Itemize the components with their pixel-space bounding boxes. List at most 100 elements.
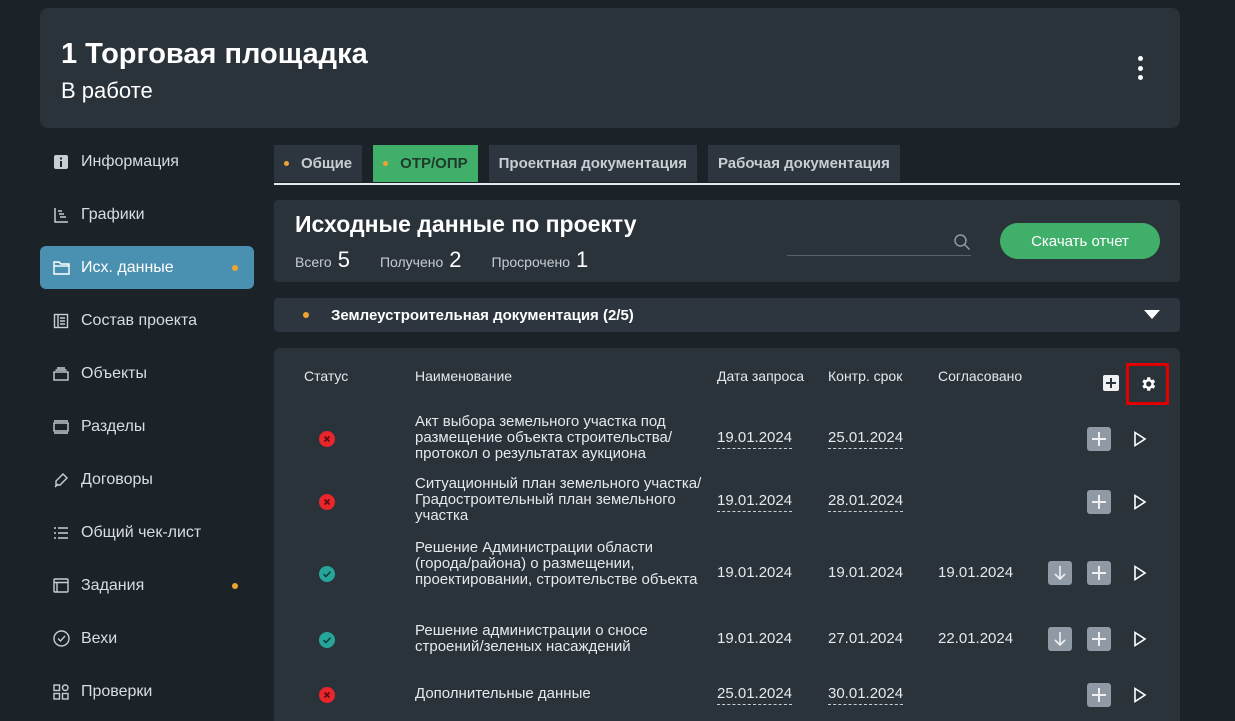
search-icon[interactable] (953, 233, 971, 251)
row-name: Решение администрации о сносе строений/з… (415, 622, 648, 655)
pen-icon (52, 471, 70, 489)
sidebar-item-label: Разделы (81, 417, 146, 435)
chevron-down-icon[interactable] (1144, 310, 1160, 319)
request-date: 19.01.2024 (717, 564, 793, 581)
sidebar-item-label: Информация (81, 152, 179, 170)
deadline-date[interactable]: 25.01.2024 (828, 429, 904, 449)
document-list-icon (52, 312, 70, 330)
tab-project-docs[interactable]: Проектная документация (488, 145, 697, 182)
column-header-approved: Согласовано (938, 368, 1023, 384)
play-icon[interactable] (1133, 565, 1147, 581)
download-button[interactable] (1048, 561, 1072, 585)
request-date[interactable]: 25.01.2024 (717, 685, 793, 705)
add-icon[interactable] (1103, 375, 1119, 391)
sidebar-item-label: Задания (81, 576, 145, 594)
stats: Всего 5 Получено 2 Просрочено 1 (295, 247, 618, 273)
status-ok-icon (319, 632, 335, 648)
sidebar-item-sections[interactable]: Разделы (40, 405, 254, 448)
sidebar-item-label: Проверки (81, 682, 153, 700)
received-value: 2 (449, 247, 462, 272)
sections-icon (52, 418, 70, 436)
tab-dot (383, 161, 389, 166)
section-title: Землеустроительная документация (2/5) (331, 307, 634, 324)
add-button[interactable] (1087, 490, 1111, 514)
sidebar-item-project-composition[interactable]: Состав проекта (40, 299, 254, 342)
row-name: Дополнительные данные (415, 685, 591, 702)
download-button[interactable] (1048, 627, 1072, 651)
play-icon[interactable] (1133, 687, 1147, 703)
search-input[interactable] (787, 230, 947, 254)
sidebar-item-checklist[interactable]: Общий чек-лист (40, 511, 254, 554)
play-icon[interactable] (1133, 494, 1147, 510)
sidebar-item-checks[interactable]: Проверки (40, 670, 254, 713)
row-name: Решение Администрации области (города/ра… (415, 539, 698, 588)
deadline-date[interactable]: 28.01.2024 (828, 492, 904, 512)
received-label: Получено (379, 254, 444, 270)
tab-label: Рабочая документация (717, 155, 890, 172)
deadline-date: 27.01.2024 (828, 630, 904, 647)
table-row: Ситуационный план земельного участка/Гра… (274, 476, 1180, 528)
sidebar-item-info[interactable]: Информация (40, 140, 254, 183)
play-icon[interactable] (1133, 631, 1147, 647)
sidebar-item-source-data[interactable]: Исх. данные (40, 246, 254, 289)
tab-label: ОТР/ОПР (400, 155, 468, 172)
sidebar-item-label: Состав проекта (81, 311, 198, 329)
tab-general[interactable]: Общие (274, 145, 363, 182)
add-button[interactable] (1087, 627, 1111, 651)
table-row: Акт выбора земельного участка под размещ… (274, 412, 1180, 467)
overdue-value: 1 (576, 247, 589, 272)
notification-dot (232, 265, 238, 271)
checklist-icon (52, 524, 70, 542)
sidebar-item-milestones[interactable]: Вехи (40, 617, 254, 660)
sidebar-item-objects[interactable]: Объекты (40, 352, 254, 395)
request-date[interactable]: 19.01.2024 (717, 492, 793, 512)
tab-otr-opr[interactable]: ОТР/ОПР (373, 145, 478, 182)
download-report-button[interactable]: Скачать отчет (1000, 223, 1160, 259)
status-error-icon (319, 687, 335, 703)
page-title: Исходные данные по проекту (295, 211, 637, 237)
sidebar: Информация Графики Исх. данные Состав пр… (40, 140, 254, 721)
request-date[interactable]: 19.01.2024 (717, 429, 793, 449)
deadline-date[interactable]: 30.01.2024 (828, 685, 904, 705)
gear-icon (1141, 377, 1155, 391)
sidebar-item-label: Договоры (81, 470, 153, 488)
grid-icon (52, 683, 70, 701)
tab-working-docs[interactable]: Рабочая документация (707, 145, 900, 182)
sidebar-item-tasks[interactable]: Задания (40, 564, 254, 607)
settings-button[interactable] (1126, 363, 1169, 405)
row-name: Акт выбора земельного участка под размещ… (415, 413, 673, 462)
kebab-menu-icon[interactable] (1130, 56, 1150, 80)
search-field (787, 230, 971, 256)
notification-dot (232, 583, 238, 589)
sidebar-item-contracts[interactable]: Договоры (40, 458, 254, 501)
project-title: 1 Торговая площадка (61, 38, 368, 70)
stack-icon (52, 365, 70, 383)
add-button[interactable] (1087, 427, 1111, 451)
project-status: В работе (61, 78, 153, 103)
column-header-status: Статус (304, 368, 349, 384)
status-ok-icon (319, 566, 335, 582)
tab-dot (284, 161, 289, 166)
gantt-icon (52, 206, 70, 224)
total-label: Всего (295, 254, 332, 270)
sidebar-item-charts[interactable]: Графики (40, 193, 254, 236)
status-error-icon (319, 494, 335, 510)
tab-label: Проектная документация (498, 155, 687, 172)
deadline-date: 19.01.2024 (828, 564, 904, 581)
summary-panel: Исходные данные по проекту Всего 5 Получ… (274, 200, 1180, 282)
add-button[interactable] (1087, 683, 1111, 707)
column-header-deadline: Контр. срок (828, 368, 903, 384)
play-icon[interactable] (1133, 431, 1147, 447)
table-row: Решение Администрации области (города/ра… (274, 540, 1180, 606)
approved-date: 22.01.2024 (938, 630, 1014, 647)
total-value: 5 (337, 247, 350, 272)
download-arrow-icon (1054, 566, 1066, 581)
table-row: Решение администрации о сносе строений/з… (274, 620, 1180, 658)
column-header-name: Наименование (415, 368, 513, 384)
documents-table: Статус Наименование Дата запроса Контр. … (274, 348, 1180, 721)
status-error-icon (319, 431, 335, 447)
sidebar-item-label: Общий чек-лист (81, 523, 202, 541)
add-button[interactable] (1087, 561, 1111, 585)
section-accordion[interactable]: Землеустроительная документация (2/5) (274, 298, 1180, 332)
overdue-label: Просрочено (491, 254, 571, 270)
